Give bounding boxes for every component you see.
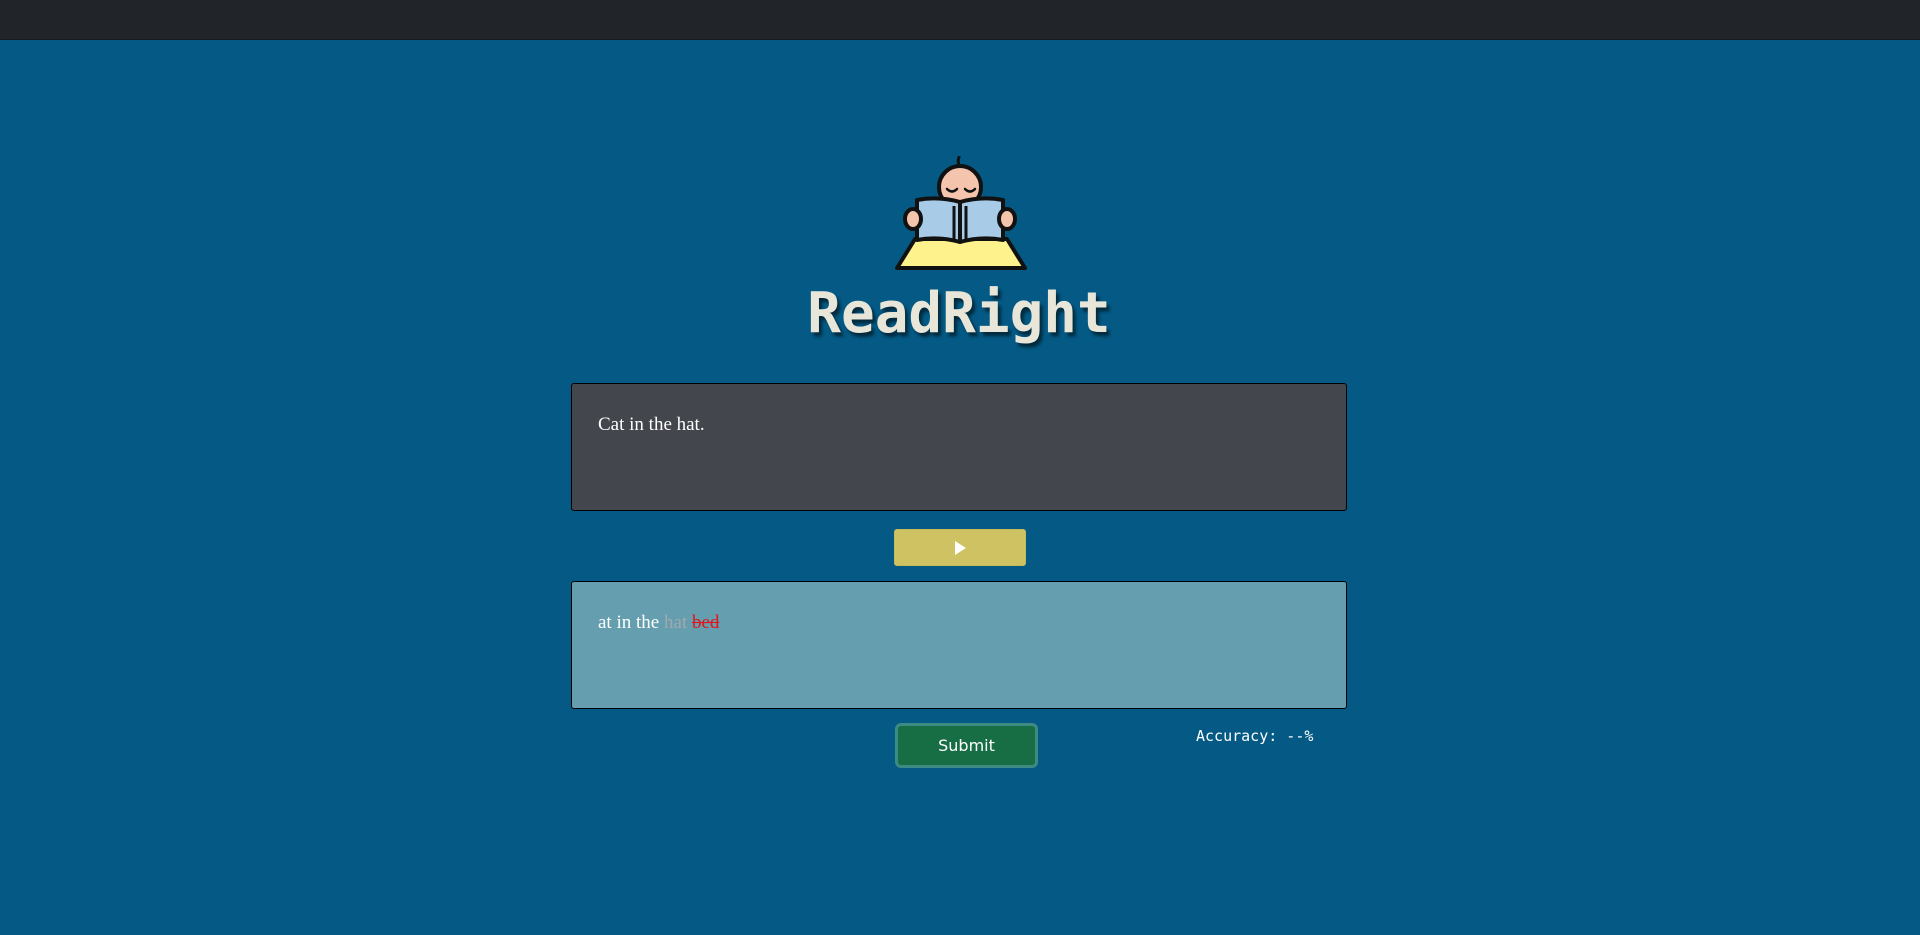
accuracy-readout: Accuracy: --% xyxy=(1196,727,1314,745)
transcript-word-correct: the xyxy=(636,612,660,633)
transcript-word-incorrect: bed xyxy=(691,612,720,633)
submit-button[interactable]: Submit xyxy=(895,723,1038,768)
child-reading-book-icon xyxy=(893,155,1029,274)
transcript-word-pending: hat xyxy=(663,612,688,633)
app-title: ReadRight xyxy=(807,281,1111,346)
prompt-sentence: Cat in the hat. xyxy=(598,414,705,435)
transcript-word-correct: in xyxy=(616,612,632,633)
top-navbar xyxy=(0,0,1920,40)
prompt-text-box: Cat in the hat. xyxy=(571,383,1347,511)
play-icon xyxy=(955,540,966,555)
spoken-transcript-box: at in the hat bed xyxy=(571,581,1347,709)
play-audio-button[interactable] xyxy=(894,529,1026,566)
transcript-word-correct: at xyxy=(598,612,612,633)
transcript-text: at in the hat bed xyxy=(598,612,719,634)
